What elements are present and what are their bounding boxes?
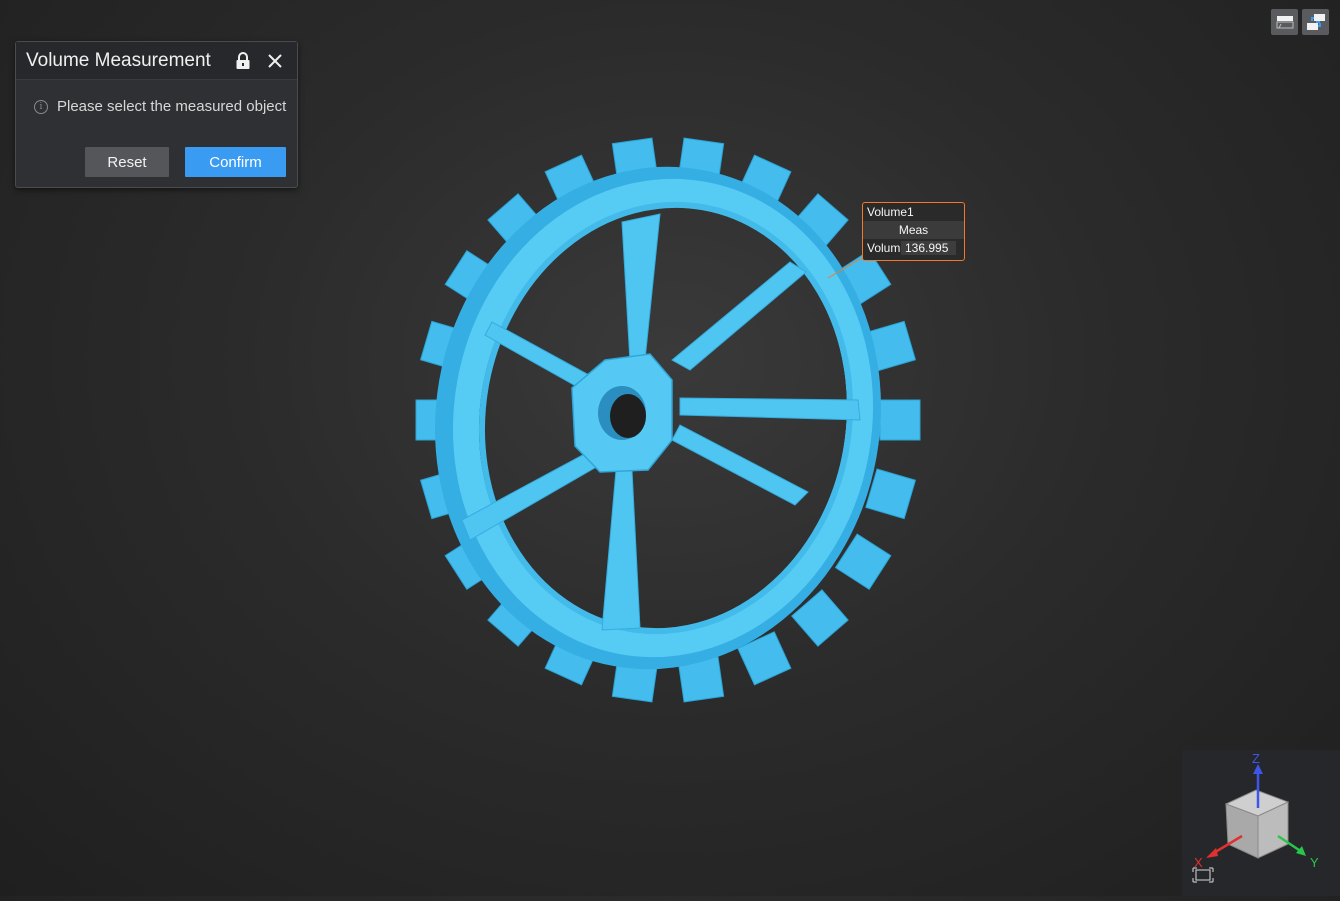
measurement-label[interactable]: Volume1 Meas Volum 136.995	[862, 202, 965, 261]
lock-icon[interactable]	[231, 49, 255, 73]
label-name: Volume1	[867, 205, 914, 219]
gear-tooth	[879, 399, 921, 441]
panel-header: Volume Measurement	[16, 42, 297, 80]
x-axis-arrow	[1206, 848, 1218, 858]
info-icon: i	[34, 99, 48, 114]
single-view-icon	[1276, 16, 1293, 29]
volume-measurement-panel: Volume Measurement i Please select the m…	[15, 41, 298, 188]
label-value-row: Volum 136.995	[863, 239, 964, 257]
label-key: Volum	[867, 241, 901, 255]
view-mode-button[interactable]	[1271, 9, 1298, 35]
z-axis-label: Z	[1252, 751, 1260, 766]
hint-text: Please select the measured object	[57, 98, 287, 115]
y-axis-label: Y	[1310, 855, 1319, 870]
close-icon[interactable]	[263, 49, 287, 73]
split-view-button[interactable]	[1302, 9, 1329, 35]
confirm-button[interactable]: Confirm	[185, 147, 286, 177]
hint-row: i Please select the measured object	[16, 80, 297, 115]
gear-tooth	[865, 468, 917, 520]
label-value: 136.995	[901, 241, 957, 255]
navigation-cube[interactable]: Z X Y	[1182, 750, 1340, 896]
reset-button[interactable]: Reset	[85, 147, 169, 177]
fit-view-icon[interactable]	[1192, 867, 1214, 883]
label-header: Meas	[863, 221, 964, 239]
panel-actions: Reset Confirm	[85, 147, 286, 177]
split-view-icon	[1306, 14, 1325, 30]
panel-title: Volume Measurement	[26, 49, 211, 71]
